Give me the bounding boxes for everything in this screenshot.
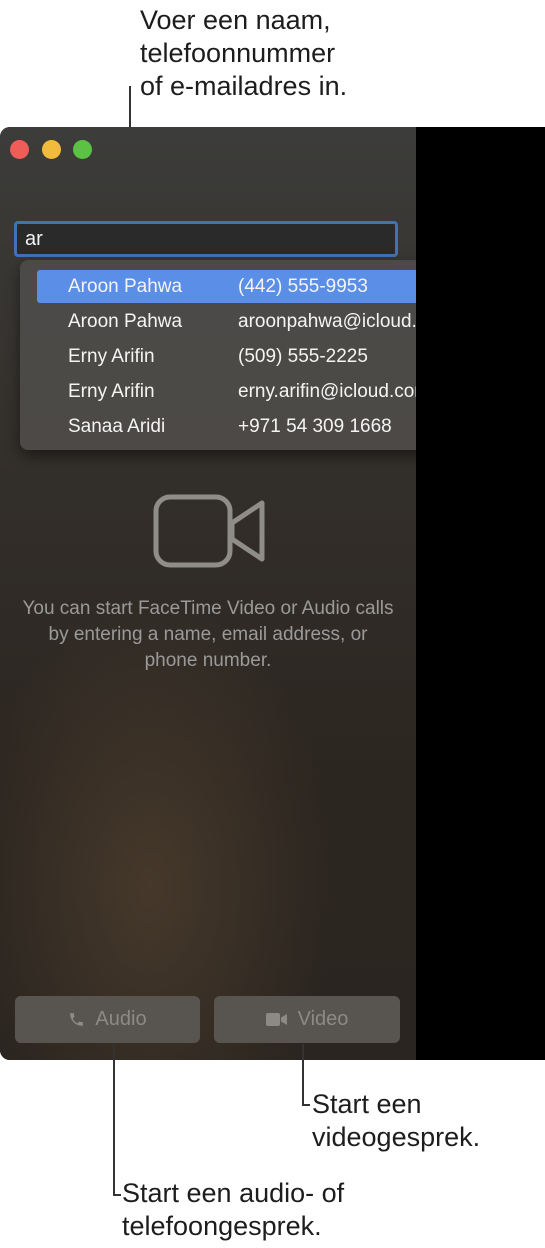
facetime-window: Aroon Pahwa(442) 555-9953Aroon Pahwaaroo… xyxy=(0,127,545,1060)
minimize-button[interactable] xyxy=(42,140,61,159)
suggestion-detail: erny.arifin@icloud.com xyxy=(238,381,431,402)
callout-search-line-1: Voer een naam, xyxy=(140,5,331,35)
callout-search-line-3: of e-mailadres in. xyxy=(140,71,348,101)
phone-icon xyxy=(70,1013,84,1026)
suggestion-name: Sanaa Aridi xyxy=(68,416,166,437)
suggestion-name: Erny Arifin xyxy=(68,381,155,402)
suggestion-detail: (509) 555-2225 xyxy=(238,346,368,367)
callout-video-leader-tick xyxy=(302,1104,310,1106)
callout-video-line-2: videogesprek. xyxy=(312,1122,481,1152)
search-input[interactable] xyxy=(14,221,398,257)
audio-button-label: Audio xyxy=(95,1008,147,1030)
empty-state-message: You can start FaceTime Video or Audio ca… xyxy=(22,598,394,671)
callout-video-leader xyxy=(302,1044,304,1105)
video-preview-area xyxy=(416,127,545,1060)
close-button[interactable] xyxy=(10,140,29,159)
video-camera-icon xyxy=(153,494,265,568)
video-button-label: Video xyxy=(297,1008,349,1030)
callout-video: Start een videogesprek. xyxy=(312,1088,480,1154)
suggestion-detail: (442) 555-9953 xyxy=(238,276,368,297)
suggestion-name: Aroon Pahwa xyxy=(68,311,183,332)
video-camera-icon xyxy=(265,1013,287,1026)
suggestion-detail: +971 54 309 1668 xyxy=(238,416,392,437)
zoom-button[interactable] xyxy=(73,140,92,159)
audio-button[interactable]: Audio xyxy=(15,996,200,1043)
callout-search: Voer een naam, telefoonnummer of e-maila… xyxy=(140,4,347,103)
callout-audio-leader xyxy=(113,1044,115,1195)
video-button[interactable]: Video xyxy=(214,996,400,1043)
callout-search-line-2: telefoonnummer xyxy=(140,38,336,68)
callout-audio-line-1: Start een audio- of xyxy=(122,1178,345,1208)
suggestion-name: Aroon Pahwa xyxy=(68,276,183,297)
callout-video-line-1: Start een xyxy=(312,1089,422,1119)
callout-audio: Start een audio- of telefoongesprek. xyxy=(122,1177,344,1243)
suggestion-name: Erny Arifin xyxy=(68,346,155,367)
callout-audio-line-2: telefoongesprek. xyxy=(122,1211,322,1241)
callout-audio-leader-tick xyxy=(113,1194,121,1196)
sidebar-pane: Aroon Pahwa(442) 555-9953Aroon Pahwaaroo… xyxy=(0,127,486,1060)
